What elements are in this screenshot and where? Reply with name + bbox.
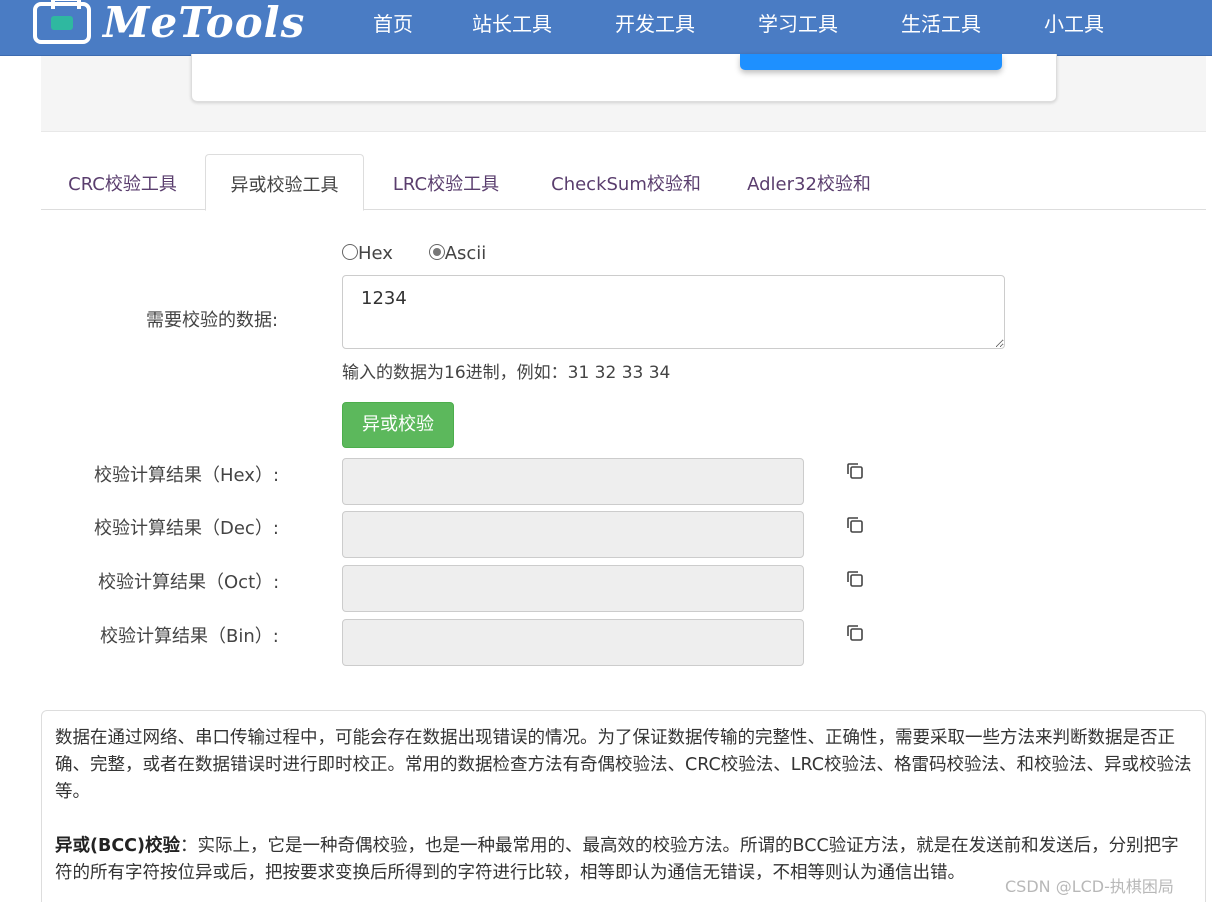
nav-item-life-tools[interactable]: 生活工具 — [901, 8, 981, 37]
tab-checksum[interactable]: CheckSum校验和 — [531, 154, 721, 210]
tab-adler32[interactable]: Adler32校验和 — [724, 154, 894, 210]
description-intro: 数据在通过网络、串口传输过程中，可能会存在数据出现错误的情况。为了保证数据传输的… — [55, 728, 1192, 802]
nav-item-dev-tools[interactable]: 开发工具 — [615, 8, 695, 37]
input-hint: 输入的数据为16进制，例如：31 32 33 34 — [342, 363, 671, 383]
top-panel — [41, 54, 1206, 132]
encoding-radio-group: Hex Ascii — [342, 243, 486, 264]
result-bin-label: 校验计算结果（Bin）: — [100, 626, 279, 647]
tab-crc[interactable]: CRC校验工具 — [41, 154, 204, 210]
tab-lrc[interactable]: LRC校验工具 — [365, 154, 527, 210]
result-dec-label: 校验计算结果（Dec）: — [94, 518, 279, 539]
nav-item-webmaster-tools[interactable]: 站长工具 — [472, 8, 552, 37]
nav-item-study-tools[interactable]: 学习工具 — [758, 8, 838, 37]
data-label: 需要校验的数据: — [146, 310, 279, 331]
logo-text: MeTools — [103, 0, 306, 47]
radio-ascii-label: Ascii — [444, 243, 487, 264]
result-oct-field[interactable] — [342, 565, 804, 612]
site-logo[interactable]: MeTools — [33, 0, 304, 47]
result-dec-field[interactable] — [342, 511, 804, 558]
result-hex-label: 校验计算结果（Hex）: — [94, 465, 280, 486]
nav-item-small-tools[interactable]: 小工具 — [1044, 8, 1104, 37]
radio-hex-label: Hex — [358, 243, 393, 264]
description-bcc-title: 异或(BCC)校验 — [55, 836, 181, 856]
copy-icon[interactable] — [845, 623, 865, 643]
xor-check-button[interactable]: 异或校验 — [342, 402, 454, 448]
radio-ascii[interactable] — [428, 244, 445, 260]
result-bin-field[interactable] — [342, 619, 804, 666]
copy-icon[interactable] — [845, 515, 865, 535]
radio-hex[interactable] — [342, 244, 358, 260]
copy-icon[interactable] — [845, 461, 865, 481]
top-navbar: MeTools 首页 站长工具 开发工具 学习工具 生活工具 小工具 — [0, 0, 1212, 56]
result-oct-label: 校验计算结果（Oct）: — [98, 572, 280, 593]
top-card — [191, 54, 1057, 102]
copy-icon[interactable] — [845, 569, 865, 589]
data-input[interactable]: 1234 — [342, 275, 1005, 349]
top-card-button[interactable] — [740, 54, 1002, 70]
tool-tabs: CRC校验工具 异或校验工具 LRC校验工具 CheckSum校验和 Adler… — [41, 154, 1206, 211]
watermark: CSDN @LCD-执棋困局 — [1005, 877, 1174, 896]
result-hex-field[interactable] — [342, 458, 804, 505]
nav-item-home[interactable]: 首页 — [373, 8, 413, 37]
toolbox-icon — [33, 0, 91, 44]
tab-xor[interactable]: 异或校验工具 — [205, 154, 364, 211]
